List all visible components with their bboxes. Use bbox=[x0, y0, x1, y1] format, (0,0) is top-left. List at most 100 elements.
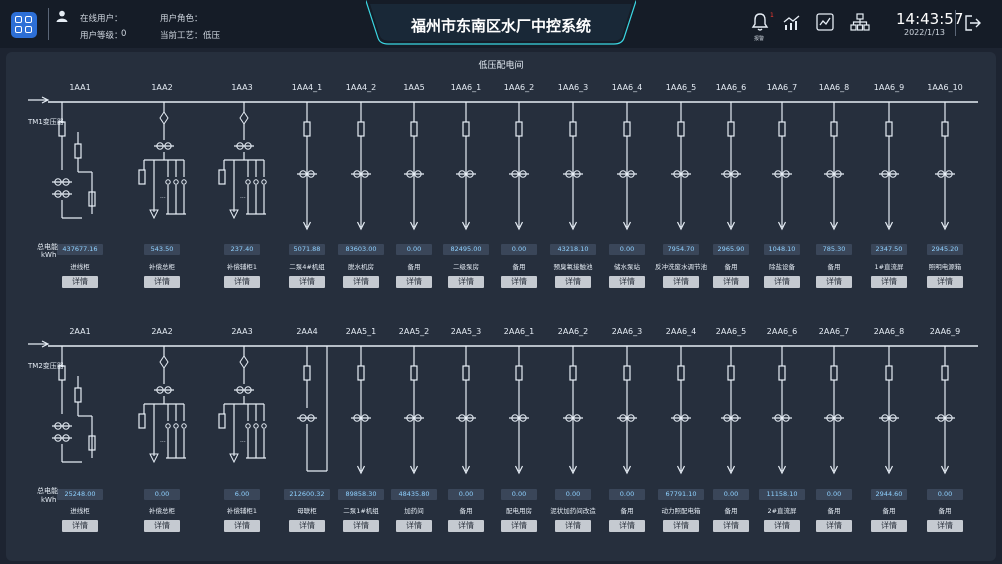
detail-button[interactable]: 详情 bbox=[289, 276, 325, 288]
detail-button[interactable]: 详情 bbox=[501, 520, 537, 532]
detail-button[interactable]: 详情 bbox=[555, 520, 591, 532]
detail-button[interactable]: 详情 bbox=[871, 276, 907, 288]
cabinet-name: 泥状加药间改造 bbox=[550, 507, 596, 515]
row2-feeder-symbol bbox=[824, 346, 844, 475]
row2-energy-label: 总电能 bbox=[37, 487, 58, 495]
cabinet-id: 2AA6_5 bbox=[715, 327, 747, 336]
detail-button[interactable]: 详情 bbox=[144, 520, 180, 532]
detail-button[interactable]: 详情 bbox=[609, 276, 645, 288]
cabinet-name: 照明电源箱 bbox=[928, 263, 962, 271]
cabinet-id: 2AA5_2 bbox=[398, 327, 430, 336]
cabinet-id: 2AA6_9 bbox=[929, 327, 961, 336]
cabinet-id: 1AA4_2 bbox=[345, 83, 377, 92]
cabinet-id: 1AA6_10 bbox=[927, 83, 963, 92]
detail-button[interactable]: 详情 bbox=[343, 276, 379, 288]
energy-value: 2965.90 bbox=[713, 244, 749, 255]
cabinet-name: 二级泵房 bbox=[453, 263, 479, 271]
row1-feeder-symbol bbox=[879, 102, 899, 231]
detail-button[interactable]: 详情 bbox=[816, 276, 852, 288]
cabinet-name: 备用 bbox=[827, 507, 841, 515]
detail-button[interactable]: 详情 bbox=[224, 276, 260, 288]
row1-compensator-symbol: ··· bbox=[138, 102, 187, 220]
detail-button[interactable]: 详情 bbox=[62, 520, 98, 532]
detail-button[interactable]: 详情 bbox=[62, 276, 98, 288]
detail-button[interactable]: 详情 bbox=[396, 520, 432, 532]
energy-value: 437677.16 bbox=[57, 244, 103, 255]
cabinet-name: 备用 bbox=[407, 263, 421, 271]
cabinet-name: 2#直流屏 bbox=[767, 507, 797, 515]
row2-feeder-symbol bbox=[563, 346, 583, 475]
detail-button[interactable]: 详情 bbox=[927, 520, 963, 532]
energy-value: 67791.10 bbox=[658, 489, 704, 500]
cabinet-name: 备用 bbox=[512, 263, 526, 271]
cabinet-id: 1AA5 bbox=[403, 83, 425, 92]
cabinet-id: 2AA4 bbox=[296, 327, 318, 336]
row1-feeder-symbol bbox=[509, 102, 529, 231]
energy-value: 0.00 bbox=[555, 489, 591, 500]
cabinet-id: 2AA5_3 bbox=[450, 327, 482, 336]
energy-value: 0.00 bbox=[816, 489, 852, 500]
row1-feeder-symbol bbox=[721, 102, 741, 231]
energy-value: 543.50 bbox=[144, 244, 180, 255]
energy-value: 5071.88 bbox=[289, 244, 325, 255]
cabinet-id: 2AA6_4 bbox=[665, 327, 697, 336]
svg-text:···: ··· bbox=[240, 195, 246, 202]
detail-button[interactable]: 详情 bbox=[144, 276, 180, 288]
cabinet-name: 备用 bbox=[724, 507, 738, 515]
detail-button[interactable]: 详情 bbox=[764, 276, 800, 288]
energy-value: 237.40 bbox=[224, 244, 260, 255]
cabinet-name: 进线柜 bbox=[70, 263, 90, 271]
cabinet-id: 2AA6_7 bbox=[818, 327, 850, 336]
detail-button[interactable]: 详情 bbox=[555, 276, 591, 288]
detail-button[interactable]: 详情 bbox=[871, 520, 907, 532]
row1-incomer-symbol bbox=[28, 96, 96, 219]
detail-button[interactable]: 详情 bbox=[764, 520, 800, 532]
cabinet-id: 2AA6_8 bbox=[873, 327, 905, 336]
detail-button[interactable]: 详情 bbox=[713, 520, 749, 532]
row1-feeder-symbol bbox=[824, 102, 844, 231]
detail-button[interactable]: 详情 bbox=[663, 520, 699, 532]
detail-button[interactable]: 详情 bbox=[289, 520, 325, 532]
cabinet-name: 补偿辅柜1 bbox=[226, 263, 258, 271]
cabinet-name: 动力照配电箱 bbox=[661, 507, 701, 515]
cabinet-name: 补偿总柜 bbox=[149, 507, 175, 515]
cabinet-name: 除盐设备 bbox=[769, 263, 795, 271]
row2-feeder-symbol bbox=[935, 346, 955, 475]
cabinet-id: 2AA1 bbox=[69, 327, 91, 336]
detail-button[interactable]: 详情 bbox=[343, 520, 379, 532]
row1-feeder-symbol bbox=[456, 102, 476, 231]
cabinet-id: 1AA6_8 bbox=[818, 83, 850, 92]
energy-value: 785.30 bbox=[816, 244, 852, 255]
energy-value: 83603.00 bbox=[338, 244, 384, 255]
cabinet-id: 2AA2 bbox=[151, 327, 173, 336]
detail-button[interactable]: 详情 bbox=[816, 520, 852, 532]
energy-value: 0.00 bbox=[501, 489, 537, 500]
cabinet-id: 1AA6_4 bbox=[611, 83, 643, 92]
detail-button[interactable]: 详情 bbox=[396, 276, 432, 288]
cabinet-name: 备用 bbox=[882, 507, 896, 515]
cabinet-id: 1AA2 bbox=[151, 83, 173, 92]
energy-value: 89858.30 bbox=[338, 489, 384, 500]
detail-button[interactable]: 详情 bbox=[609, 520, 645, 532]
cabinet-name: 备用 bbox=[827, 263, 841, 271]
detail-button[interactable]: 详情 bbox=[448, 276, 484, 288]
cabinet-id: 1AA4_1 bbox=[291, 83, 323, 92]
cabinet-name: 母联柜 bbox=[297, 507, 317, 515]
detail-button[interactable]: 详情 bbox=[448, 520, 484, 532]
detail-button[interactable]: 详情 bbox=[224, 520, 260, 532]
energy-value: 82495.00 bbox=[443, 244, 489, 255]
detail-button[interactable]: 详情 bbox=[713, 276, 749, 288]
energy-value: 48435.80 bbox=[391, 489, 437, 500]
detail-button[interactable]: 详情 bbox=[927, 276, 963, 288]
cabinet-name: 脱水机房 bbox=[348, 263, 374, 271]
row2-unit-label: kWh bbox=[41, 496, 57, 504]
cabinet-name: 储水泵站 bbox=[614, 263, 640, 271]
cabinet-id: 1AA6_1 bbox=[450, 83, 482, 92]
detail-button[interactable]: 详情 bbox=[501, 276, 537, 288]
cabinet-name: 补偿辅柜1 bbox=[226, 507, 258, 515]
cabinet-id: 2AA5_1 bbox=[345, 327, 377, 336]
cabinet-id: 1AA6_7 bbox=[766, 83, 798, 92]
energy-value: 2347.50 bbox=[871, 244, 907, 255]
detail-button[interactable]: 详情 bbox=[663, 276, 699, 288]
energy-value: 7954.70 bbox=[663, 244, 699, 255]
